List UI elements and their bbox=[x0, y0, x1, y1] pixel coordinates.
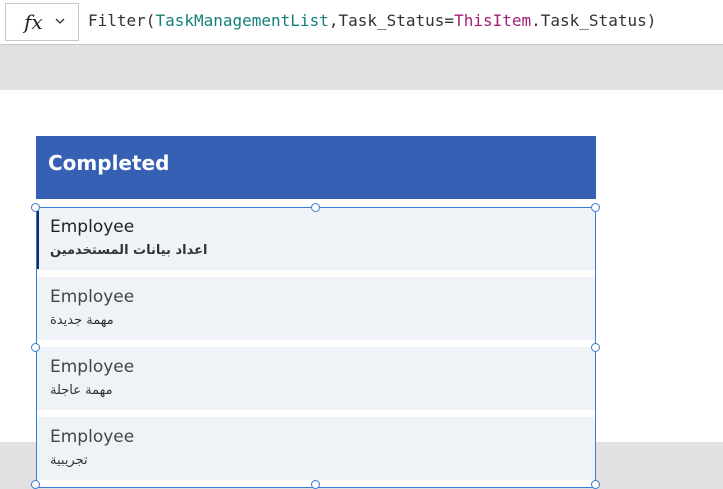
gallery-item[interactable]: Employee اعداد بيانات المستخدمين bbox=[36, 207, 595, 270]
item-subtitle: اعداد بيانات المستخدمين bbox=[50, 243, 208, 258]
resize-handle-right[interactable] bbox=[591, 343, 600, 352]
resize-handle-left[interactable] bbox=[31, 343, 40, 352]
resize-handle-top[interactable] bbox=[311, 203, 320, 212]
formula-token-keyword: ThisItem bbox=[454, 11, 532, 30]
fx-button[interactable]: fx bbox=[5, 3, 79, 41]
selected-indicator bbox=[36, 211, 39, 269]
task-gallery[interactable]: Employee اعداد بيانات المستخدمين Employe… bbox=[36, 207, 596, 488]
gallery-item[interactable]: Employee مهمة جديدة bbox=[36, 277, 595, 340]
item-subtitle: تجريبية bbox=[50, 453, 88, 468]
item-title: Employee bbox=[50, 427, 135, 447]
item-title: Employee bbox=[50, 287, 135, 307]
item-title: Employee bbox=[50, 357, 135, 377]
item-subtitle: مهمة جديدة bbox=[50, 313, 114, 328]
formula-input[interactable]: Filter(TaskManagementList,Task_Status=Th… bbox=[88, 11, 656, 30]
resize-handle-top-left[interactable] bbox=[31, 203, 40, 212]
formula-bar: fx Filter(TaskManagementList,Task_Status… bbox=[0, 0, 723, 45]
gallery-item[interactable]: Employee تجريبية bbox=[36, 417, 595, 480]
formula-token-datasource: TaskManagementList bbox=[155, 11, 329, 30]
formula-token-field: .Task_Status) bbox=[531, 11, 657, 30]
formula-token-condition: ,Task_Status= bbox=[328, 11, 455, 30]
formula-token-function: Filter( bbox=[88, 11, 156, 30]
resize-handle-top-right[interactable] bbox=[591, 203, 600, 212]
gallery-header[interactable]: Completed bbox=[36, 136, 596, 199]
gallery-item[interactable]: Employee مهمة عاجلة bbox=[36, 347, 595, 410]
chevron-down-icon bbox=[55, 18, 65, 24]
item-title: Employee bbox=[50, 217, 135, 237]
fx-icon: fx bbox=[24, 10, 43, 34]
header-title: Completed bbox=[48, 151, 170, 175]
item-subtitle: مهمة عاجلة bbox=[50, 383, 113, 398]
